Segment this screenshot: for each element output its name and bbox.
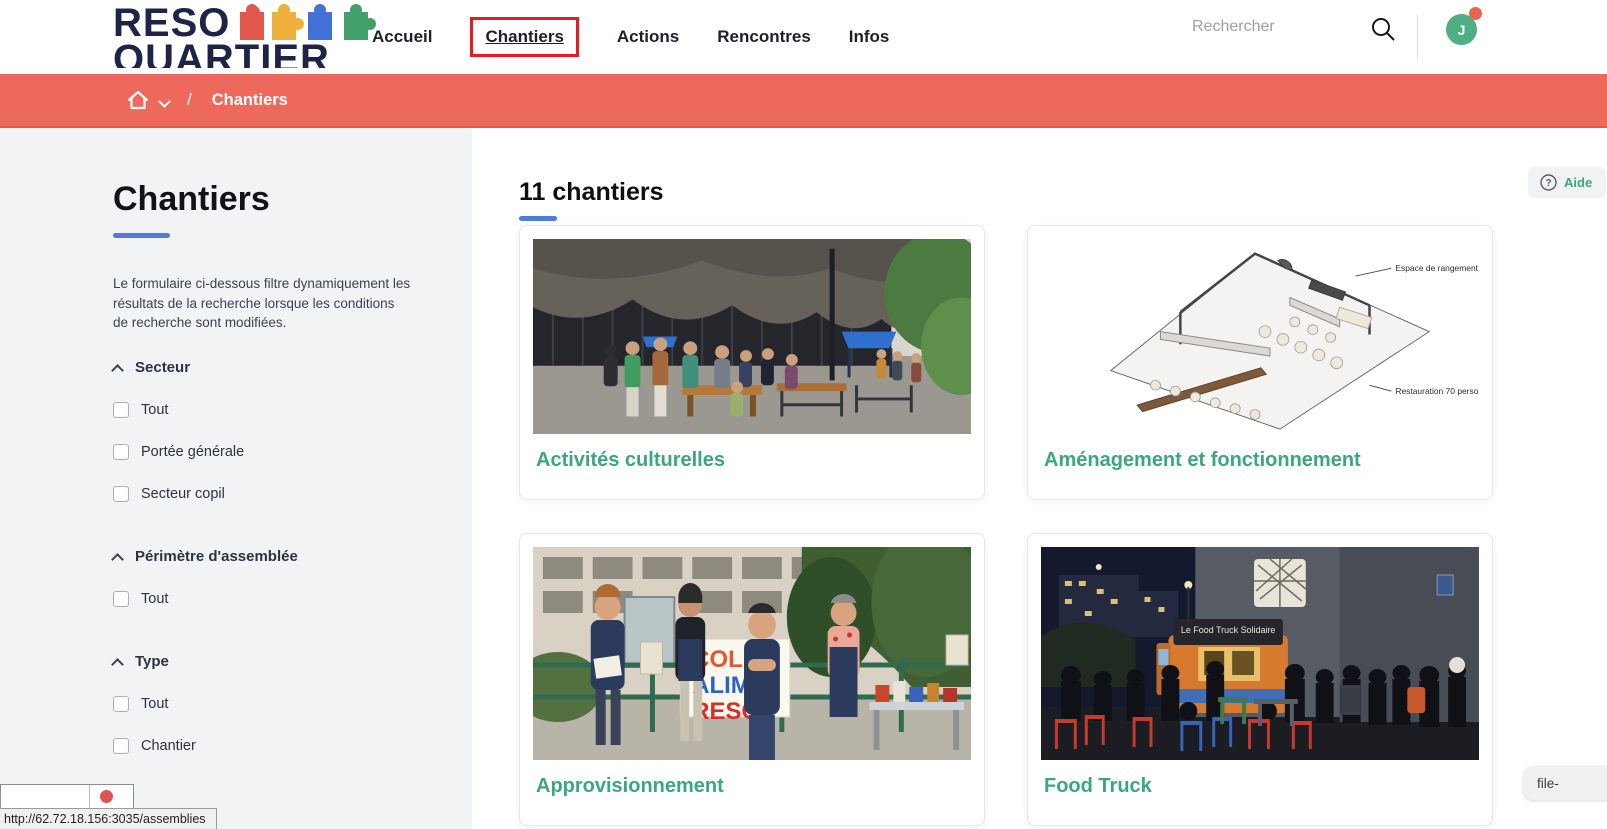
popup-divider	[89, 785, 90, 809]
card-title[interactable]: Approvisionnement	[536, 775, 971, 798]
card-title[interactable]: Food Truck	[1044, 775, 1479, 798]
collapse-caret-icon	[113, 657, 122, 666]
header-divider	[1417, 15, 1418, 59]
help-button[interactable]: ? Aide	[1528, 167, 1606, 198]
results-main: 11 chantiers ? Aide	[472, 128, 1607, 829]
filter-option[interactable]: Tout	[113, 696, 432, 712]
results-count-heading: 11 chantiers	[519, 178, 1607, 207]
filter-group-title: Périmètre d'assemblée	[135, 548, 298, 565]
red-annotation-box: Chantiers	[470, 17, 578, 57]
search-icon[interactable]	[1370, 14, 1400, 44]
filter-group-toggle[interactable]: Périmètre d'assemblée	[113, 548, 432, 565]
breadcrumb-chevron-icon[interactable]	[160, 96, 169, 105]
status-url-tooltip: http://62.72.18.156:3035/assemblies	[0, 808, 217, 829]
checkbox[interactable]	[113, 444, 129, 460]
home-icon[interactable]	[126, 89, 150, 111]
filter-group-perimetre: Périmètre d'assemblée Tout	[113, 548, 432, 607]
nav-item-chantiers[interactable]: Chantiers	[485, 27, 563, 46]
logo-text-line2: QUARTIER	[113, 40, 396, 68]
card-image-approvisionnement: COLLE ALIM RESO	[533, 547, 971, 760]
card-image-amenagement: Espace de rangement des tables Restaurat…	[1041, 239, 1479, 434]
breadcrumb-separator: /	[187, 90, 192, 110]
filter-group-title: Secteur	[135, 359, 190, 376]
checkbox[interactable]	[113, 486, 129, 502]
filter-option[interactable]: Tout	[113, 402, 432, 418]
filter-group-type: Type Tout Chantier	[113, 653, 432, 754]
collapse-caret-icon	[113, 552, 122, 561]
card-image-activites	[533, 239, 971, 434]
nav-item-infos[interactable]: Infos	[849, 27, 890, 47]
collapse-caret-icon	[113, 363, 122, 372]
download-tooltip: file-	[1523, 766, 1607, 800]
filter-option[interactable]: Secteur copil	[113, 486, 432, 502]
nav-item-rencontres[interactable]: Rencontres	[717, 27, 811, 47]
filter-option[interactable]: Chantier	[113, 738, 432, 754]
popup-red-icon	[100, 790, 113, 803]
search-input[interactable]	[1192, 18, 1362, 36]
filter-group-secteur: Secteur Tout Portée générale Secteur cop…	[113, 359, 432, 502]
top-header: RESO QUARTIER	[0, 0, 1607, 74]
card-food-truck[interactable]: Le Food Truck Solidaire	[1027, 533, 1493, 826]
checkbox[interactable]	[113, 402, 129, 418]
page: RESO QUARTIER	[0, 0, 1607, 829]
filter-group-toggle[interactable]: Type	[113, 653, 432, 670]
svg-text:?: ?	[1545, 178, 1551, 189]
filters-sidebar: Chantiers Le formulaire ci-dessous filtr…	[0, 128, 472, 829]
site-logo[interactable]: RESO QUARTIER	[113, 2, 396, 68]
svg-text:Le Food Truck Solidaire: Le Food Truck Solidaire	[1181, 625, 1276, 635]
status-url-text: http://62.72.18.156:3035/assemblies	[4, 812, 206, 826]
count-underline	[519, 216, 557, 221]
card-approvisionnement[interactable]: COLLE ALIM RESO	[519, 533, 985, 826]
filter-option[interactable]: Tout	[113, 591, 432, 607]
svg-text:Espace de rangement des tables: Espace de rangement des tables	[1395, 263, 1479, 273]
nav-item-actions[interactable]: Actions	[617, 27, 679, 47]
help-label: Aide	[1564, 175, 1592, 190]
breadcrumb-current: Chantiers	[212, 91, 288, 110]
svg-text:Restauration 70 personnes: Restauration 70 personnes	[1395, 386, 1479, 396]
card-image-food-truck: Le Food Truck Solidaire	[1041, 547, 1479, 760]
card-title[interactable]: Aménagement et fonctionnement	[1044, 449, 1479, 472]
nav-item-accueil[interactable]: Accueil	[372, 27, 432, 47]
partial-popup	[0, 784, 134, 810]
filter-group-toggle[interactable]: Secteur	[113, 359, 432, 376]
checkbox[interactable]	[113, 738, 129, 754]
download-label: file-	[1537, 776, 1559, 791]
card-activites-culturelles[interactable]: Activités culturelles	[519, 225, 985, 500]
checkbox[interactable]	[113, 591, 129, 607]
filter-description: Le formulaire ci-dessous filtre dynamiqu…	[113, 274, 413, 333]
filter-group-title: Type	[135, 653, 169, 670]
main-nav: Accueil Chantiers Actions Rencontres Inf…	[372, 0, 889, 74]
notification-dot	[1469, 7, 1482, 20]
question-circle-icon: ?	[1540, 174, 1557, 191]
checkbox[interactable]	[113, 696, 129, 712]
card-amenagement[interactable]: Espace de rangement des tables Restaurat…	[1027, 225, 1493, 500]
cards-grid: Activités culturelles	[519, 225, 1607, 826]
sidebar-title: Chantiers	[113, 180, 432, 219]
logo-text-line1: RESO	[113, 5, 230, 41]
avatar-initial: J	[1458, 22, 1466, 38]
title-underline	[113, 233, 170, 238]
filter-option[interactable]: Portée générale	[113, 444, 432, 460]
breadcrumb: / Chantiers	[0, 74, 1607, 128]
card-title[interactable]: Activités culturelles	[536, 449, 971, 472]
